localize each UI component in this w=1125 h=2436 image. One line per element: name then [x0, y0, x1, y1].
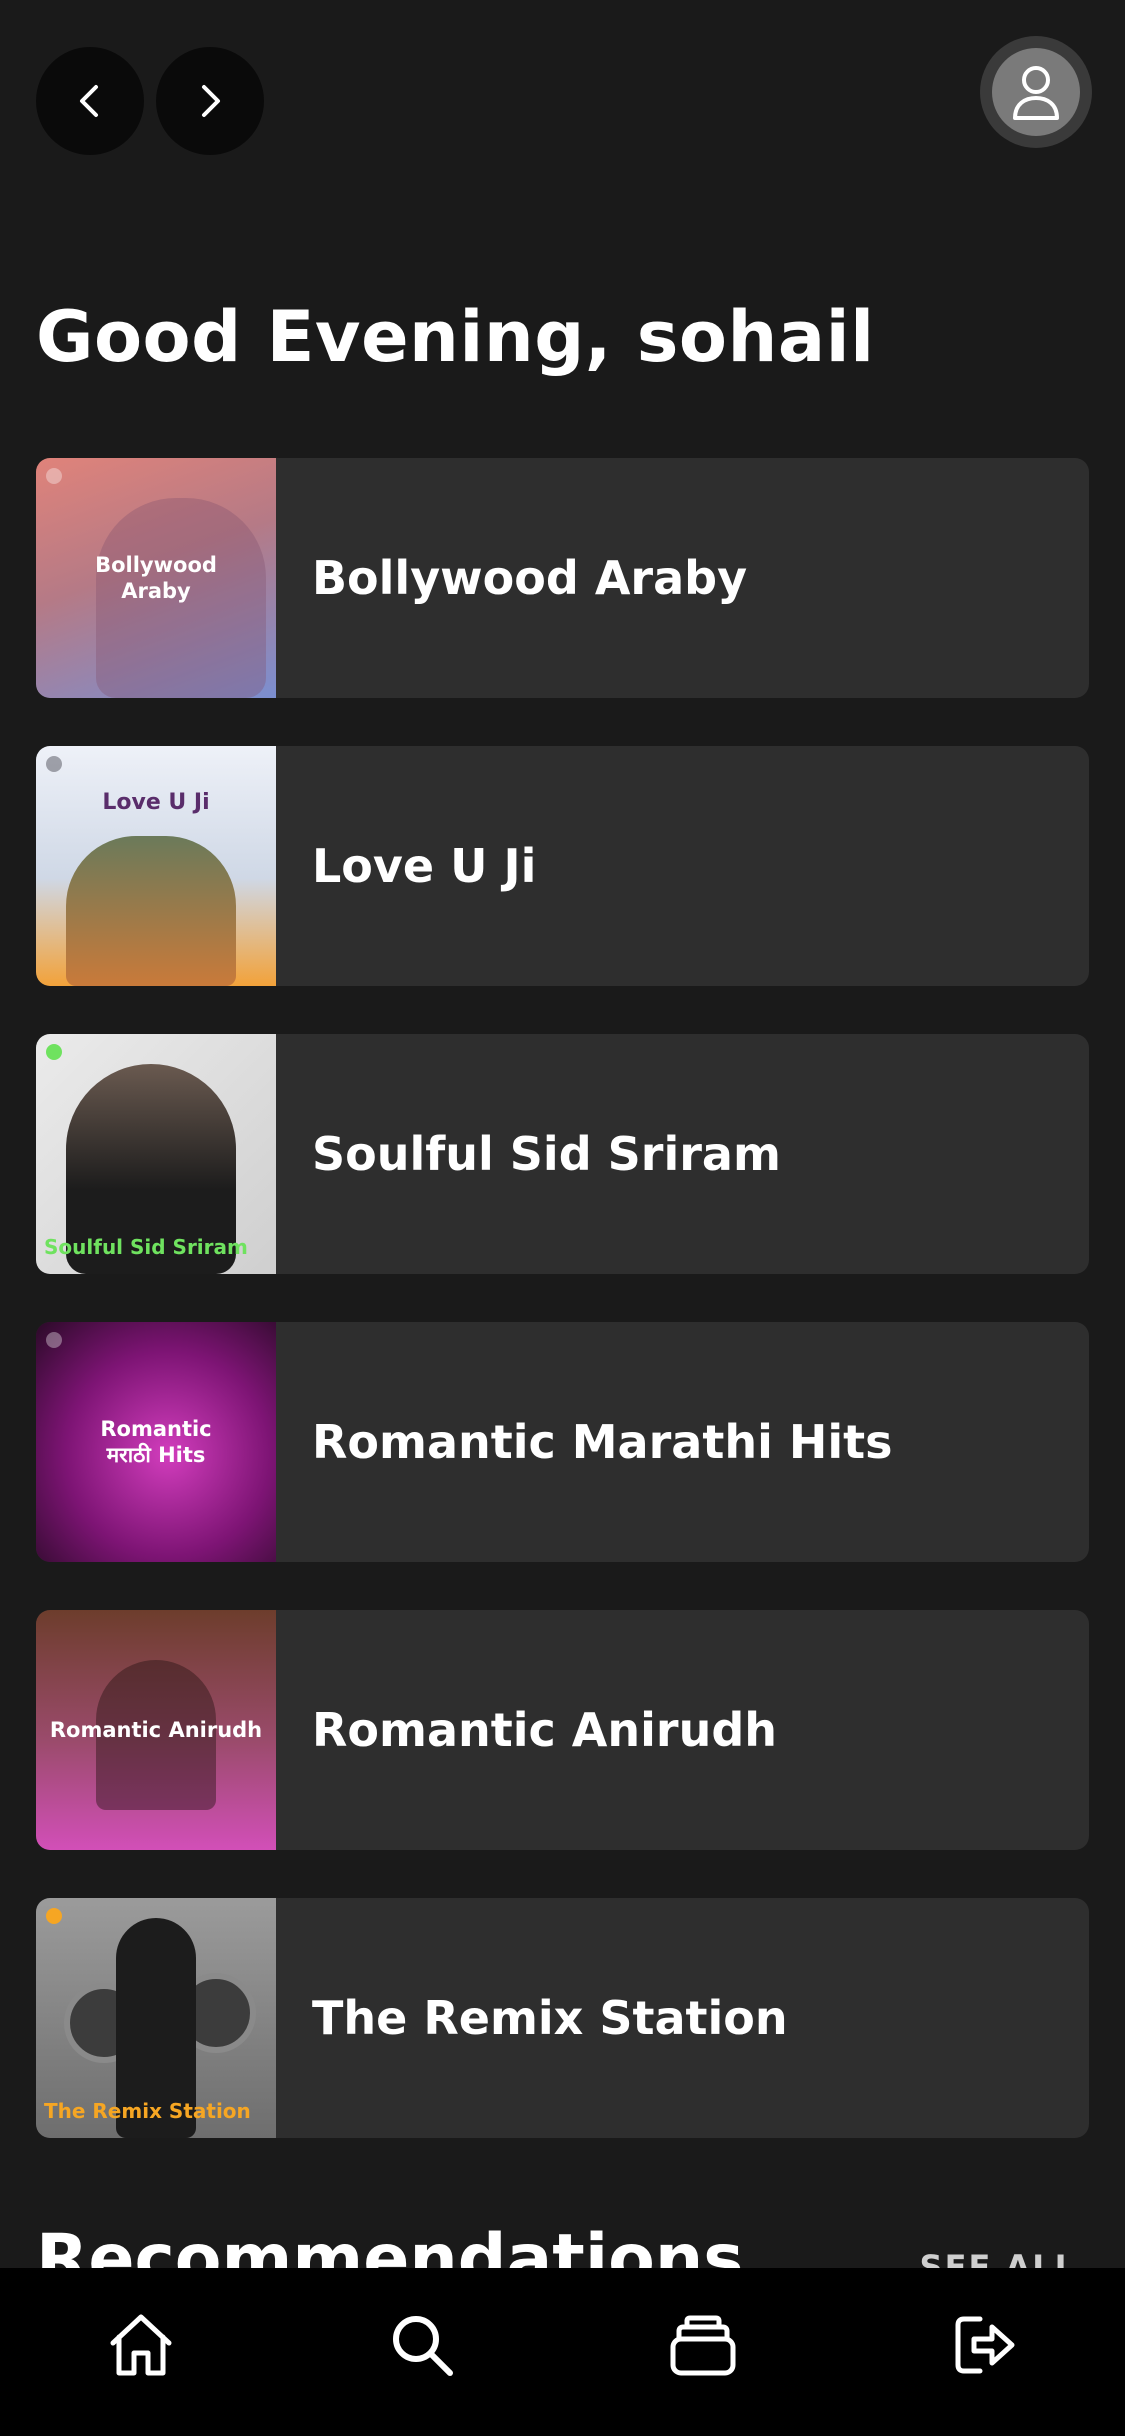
- playlist-cover: Soulful Sid Sriram: [36, 1034, 276, 1274]
- spotify-badge-icon: [46, 468, 62, 484]
- greeting-heading: Good Evening, sohail: [36, 296, 875, 378]
- avatar: [992, 48, 1080, 136]
- spotify-badge-icon: [46, 1332, 62, 1348]
- playlist-title: Love U Ji: [312, 839, 537, 893]
- playlist-cover: Romantic मराठी Hits: [36, 1322, 276, 1562]
- chevron-left-icon: [80, 85, 98, 117]
- playlist-title: Romantic Marathi Hits: [312, 1415, 893, 1469]
- back-button[interactable]: [36, 47, 144, 155]
- tab-logout[interactable]: [929, 2290, 1039, 2400]
- bottom-nav: [0, 2268, 1125, 2436]
- spotify-badge-icon: [46, 756, 62, 772]
- playlist-cover: Love U Ji: [36, 746, 276, 986]
- playlist-card[interactable]: Soulful Sid Sriram Soulful Sid Sriram: [36, 1034, 1089, 1274]
- tab-home[interactable]: [86, 2290, 196, 2400]
- profile-button[interactable]: [980, 36, 1092, 148]
- playlist-cover: Bollywood Araby: [36, 458, 276, 698]
- playlist-list: Bollywood Araby Bollywood Araby Love U J…: [36, 458, 1089, 2186]
- spotify-badge-icon: [46, 1908, 62, 1924]
- playlist-card[interactable]: Romantic Anirudh Romantic Anirudh: [36, 1610, 1089, 1850]
- cover-title: Bollywood Araby: [95, 553, 217, 603]
- user-icon: [1013, 66, 1059, 120]
- playlist-title: Soulful Sid Sriram: [312, 1127, 781, 1181]
- playlist-cover: Romantic Anirudh: [36, 1610, 276, 1850]
- playlist-card[interactable]: Love U Ji Love U Ji: [36, 746, 1089, 986]
- playlist-title: Bollywood Araby: [312, 551, 748, 605]
- playlist-title: The Remix Station: [312, 1991, 788, 2045]
- recommendations-header: Recommendations SEE ALL: [36, 2220, 1089, 2268]
- cover-title: Romantic मराठी Hits: [100, 1417, 212, 1467]
- tab-search[interactable]: [367, 2290, 477, 2400]
- search-icon: [392, 2316, 453, 2376]
- see-all-link[interactable]: SEE ALL: [920, 2248, 1077, 2268]
- playlist-cover: The Remix Station: [36, 1898, 276, 2138]
- cover-title: Soulful Sid Sriram: [44, 1235, 248, 1259]
- library-icon: [670, 2315, 736, 2376]
- top-bar: [0, 0, 1125, 200]
- spotify-badge-icon: [46, 1044, 62, 1060]
- playlist-card[interactable]: Romantic मराठी Hits Romantic Marathi Hit…: [36, 1322, 1089, 1562]
- cover-title: The Remix Station: [44, 2099, 251, 2123]
- playlist-card[interactable]: The Remix Station The Remix Station: [36, 1898, 1089, 2138]
- chevron-right-icon: [202, 85, 220, 117]
- forward-button[interactable]: [156, 47, 264, 155]
- playlist-title: Romantic Anirudh: [312, 1703, 778, 1757]
- recommendations-title: Recommendations: [36, 2220, 744, 2268]
- playlist-card[interactable]: Bollywood Araby Bollywood Araby: [36, 458, 1089, 698]
- home-icon: [110, 2314, 172, 2376]
- cover-title: Love U Ji: [102, 790, 210, 815]
- cover-title: Romantic Anirudh: [49, 1718, 263, 1742]
- logout-icon: [955, 2316, 1015, 2374]
- tab-library[interactable]: [648, 2290, 758, 2400]
- couple-artwork: [66, 836, 236, 986]
